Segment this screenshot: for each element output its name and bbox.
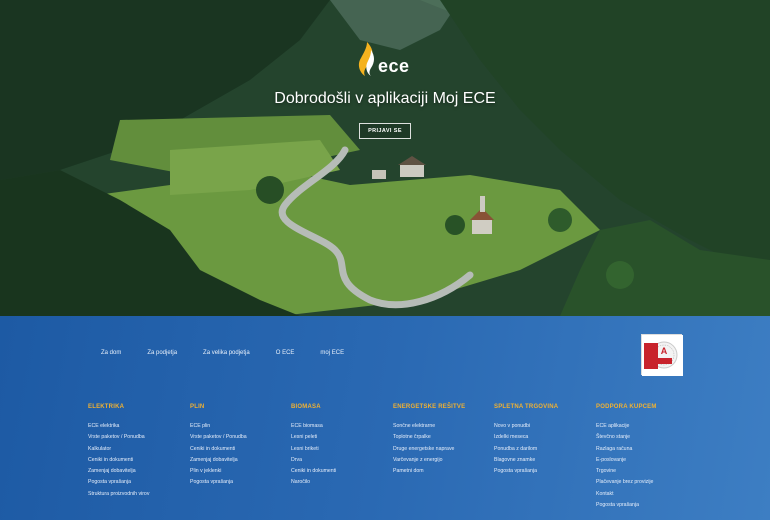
footer-link[interactable]: Ponudba z darilom [494,444,594,455]
footer-link[interactable]: Kontakt [596,489,696,500]
footer-link[interactable]: Novo v ponudbi [494,421,594,432]
footer-link[interactable]: Ceniki in dokumenti [190,444,290,455]
nav-link-moj-ece[interactable]: moj ECE [320,350,344,356]
footer-column-podpora-kupcem: PODPORA KUPCEM ECE aplikacije Števčno st… [596,404,696,511]
footer-link[interactable]: Plin v jeklenki [190,466,290,477]
footer-link[interactable]: Kalkulator [88,444,188,455]
nav-link-za-velika-podjetja[interactable]: Za velika podjetja [203,350,250,356]
footer-link[interactable]: Razlaga računa [596,444,696,455]
footer-link[interactable]: Vrste paketov / Ponudba [88,432,188,443]
footer-link[interactable]: Lesni briketi [291,444,391,455]
footer-link[interactable]: Lesni peleti [291,432,391,443]
footer-link[interactable]: Ceniki in dokumenti [291,466,391,477]
footer-link[interactable]: Drva [291,455,391,466]
ece-logo-text: ece [378,56,410,76]
footer-link[interactable]: Pogosta vprašanja [190,477,290,488]
footer-link[interactable]: Struktura proizvodnih virov [88,489,188,500]
footer-link[interactable]: Pogosta vprašanja [494,466,594,477]
footer-link[interactable]: Ceniki in dokumenti [88,455,188,466]
footer-link[interactable]: Naročilo [291,477,391,488]
footer-link[interactable]: Toplotne črpalke [393,432,493,443]
footer-link[interactable]: Varčevanje z energijo [393,455,493,466]
excellent-sme-seal-icon: A [642,335,683,376]
footer-top-nav: Za dom Za podjetja Za velika podjetja O … [101,350,370,356]
footer-column-biomasa: BIOMASA ECE biomasa Lesni peleti Lesni b… [291,404,391,489]
footer-link[interactable]: Pametni dom [393,466,493,477]
footer-link[interactable]: ECE elektrika [88,421,188,432]
footer-column-energetske-resitve: ENERGETSKE REŠITVE Sončne elektrarne Top… [393,404,493,477]
footer-column-elektrika: ELEKTRIKA ECE elektrika Vrste paketov / … [88,404,188,500]
column-title: PLIN [190,404,205,410]
column-title: ENERGETSKE REŠITVE [393,404,466,410]
footer-link[interactable]: Zamenjaj dobavitelja [190,455,290,466]
hero-banner: ece Dobrodošli v aplikaciji Moj ECE PRIJ… [0,0,770,316]
footer-link[interactable]: Števčno stanje [596,432,696,443]
welcome-title: Dobrodošli v aplikaciji Moj ECE [274,90,496,107]
nav-link-o-ece[interactable]: O ECE [276,350,295,356]
column-title: PODPORA KUPCEM [596,404,657,410]
nav-link-za-dom[interactable]: Za dom [101,350,121,356]
footer-link[interactable]: ECE plin [190,421,290,432]
site-footer: Za dom Za podjetja Za velika podjetja O … [0,316,770,520]
footer-column-plin: PLIN ECE plin Vrste paketov / Ponudba Ce… [190,404,290,489]
footer-link[interactable]: Sončne elektrarne [393,421,493,432]
footer-link[interactable]: Pogosta vprašanja [88,477,188,488]
excellent-sme-badge[interactable]: A [641,334,683,376]
nav-link-za-podjetja[interactable]: Za podjetja [147,350,177,356]
column-title: ELEKTRIKA [88,404,125,410]
footer-link[interactable]: Zamenjaj dobavitelja [88,466,188,477]
footer-link[interactable]: ECE biomasa [291,421,391,432]
footer-link[interactable]: Druge energetske naprave [393,444,493,455]
login-button[interactable]: PRIJAVI SE [359,123,411,139]
footer-link[interactable]: Izdelki meseca [494,432,594,443]
footer-link[interactable]: E-poslovanje [596,455,696,466]
footer-link[interactable]: Blagovne znamke [494,455,594,466]
footer-link[interactable]: Pogosta vprašanja [596,500,696,511]
svg-text:A: A [661,346,668,356]
footer-link[interactable]: Plačevanje brez provizije [596,477,696,488]
footer-link[interactable]: Trgovine [596,466,696,477]
column-title: SPLETNA TRGOVINA [494,404,559,410]
column-title: BIOMASA [291,404,321,410]
footer-column-spletna-trgovina: SPLETNA TRGOVINA Novo v ponudbi Izdelki … [494,404,594,477]
footer-link[interactable]: Vrste paketov / Ponudba [190,432,290,443]
footer-link[interactable]: ECE aplikacije [596,421,696,432]
